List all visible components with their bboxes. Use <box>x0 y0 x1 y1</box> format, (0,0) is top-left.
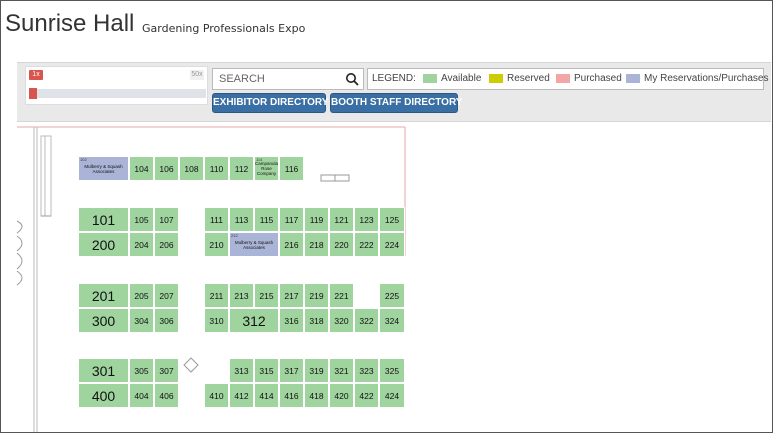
booth-121[interactable]: 121 <box>329 207 354 232</box>
booth-212[interactable]: 212 Mulberry & Squash Associates <box>229 232 279 257</box>
booth-205[interactable]: 205 <box>129 283 154 308</box>
floor-plan: 102 Mulberry & Squash Associates 104 106… <box>1 1 772 432</box>
booth-119[interactable]: 119 <box>304 207 329 232</box>
booth-111[interactable]: 111 <box>204 207 229 232</box>
booth-301[interactable]: 301 <box>78 358 129 383</box>
booth-117[interactable]: 117 <box>279 207 304 232</box>
booth-218[interactable]: 218 <box>304 232 329 257</box>
booth-406[interactable]: 406 <box>154 383 179 408</box>
booth-213[interactable]: 213 <box>229 283 254 308</box>
booth-102[interactable]: 102 Mulberry & Squash Associates <box>78 156 129 181</box>
booth-300[interactable]: 300 <box>78 308 129 333</box>
booth-220[interactable]: 220 <box>329 232 354 257</box>
booth-414[interactable]: 414 <box>254 383 279 408</box>
booth-316[interactable]: 316 <box>279 308 304 333</box>
booth-101[interactable]: 101 <box>78 207 129 232</box>
booth-108[interactable]: 108 <box>179 156 204 181</box>
app-frame: Sunrise Hall Gardening Professionals Exp… <box>0 0 773 433</box>
booth-207[interactable]: 207 <box>154 283 179 308</box>
booth-322[interactable]: 322 <box>354 308 379 333</box>
booth-115[interactable]: 115 <box>254 207 279 232</box>
booth-112[interactable]: 112 <box>229 156 254 181</box>
booth-114[interactable]: 114 Campanula Rose Company <box>254 156 279 181</box>
booth-400[interactable]: 400 <box>78 383 129 408</box>
booth-318[interactable]: 318 <box>304 308 329 333</box>
booth-105[interactable]: 105 <box>129 207 154 232</box>
booth-319[interactable]: 319 <box>304 358 329 383</box>
booth-317[interactable]: 317 <box>279 358 304 383</box>
booth-221[interactable]: 221 <box>329 283 354 308</box>
booth-321[interactable]: 321 <box>329 358 354 383</box>
booth-412[interactable]: 412 <box>229 383 254 408</box>
booth-215[interactable]: 215 <box>254 283 279 308</box>
booth-216[interactable]: 216 <box>279 232 304 257</box>
booth-323[interactable]: 323 <box>354 358 379 383</box>
booth-200[interactable]: 200 <box>78 232 129 257</box>
booth-104[interactable]: 104 <box>129 156 154 181</box>
booth-307[interactable]: 307 <box>154 358 179 383</box>
booth-312[interactable]: 312 <box>229 308 279 333</box>
booth-210[interactable]: 210 <box>204 232 229 257</box>
booth-315[interactable]: 315 <box>254 358 279 383</box>
booth-306[interactable]: 306 <box>154 308 179 333</box>
booth-102-exhibitor: Mulberry & Squash Associates <box>84 163 123 174</box>
booth-404[interactable]: 404 <box>129 383 154 408</box>
booth-420[interactable]: 420 <box>329 383 354 408</box>
booth-224[interactable]: 224 <box>379 232 405 257</box>
booth-324[interactable]: 324 <box>379 308 405 333</box>
booth-201[interactable]: 201 <box>78 283 129 308</box>
booth-418[interactable]: 418 <box>304 383 329 408</box>
booth-106[interactable]: 106 <box>154 156 179 181</box>
booth-313[interactable]: 313 <box>229 358 254 383</box>
booth-206[interactable]: 206 <box>154 232 179 257</box>
booth-116[interactable]: 116 <box>279 156 304 181</box>
booth-424[interactable]: 424 <box>379 383 405 408</box>
booth-305[interactable]: 305 <box>129 358 154 383</box>
booth-304[interactable]: 304 <box>129 308 154 333</box>
booth-114-exhibitor: Campanula Rose Company <box>255 161 279 176</box>
booth-320[interactable]: 320 <box>329 308 354 333</box>
booth-222[interactable]: 222 <box>354 232 379 257</box>
booth-110[interactable]: 110 <box>204 156 229 181</box>
booth-225[interactable]: 225 <box>379 283 405 308</box>
booth-212-exhibitor: Mulberry & Squash Associates <box>234 239 274 250</box>
booth-310[interactable]: 310 <box>204 308 229 333</box>
booth-123[interactable]: 123 <box>354 207 379 232</box>
booth-125[interactable]: 125 <box>379 207 405 232</box>
booth-410[interactable]: 410 <box>204 383 229 408</box>
booth-325[interactable]: 325 <box>379 358 405 383</box>
booth-217[interactable]: 217 <box>279 283 304 308</box>
booth-422[interactable]: 422 <box>354 383 379 408</box>
booth-204[interactable]: 204 <box>129 232 154 257</box>
booth-219[interactable]: 219 <box>304 283 329 308</box>
booth-113[interactable]: 113 <box>229 207 254 232</box>
booth-416[interactable]: 416 <box>279 383 304 408</box>
booth-107[interactable]: 107 <box>154 207 179 232</box>
booth-211[interactable]: 211 <box>204 283 229 308</box>
